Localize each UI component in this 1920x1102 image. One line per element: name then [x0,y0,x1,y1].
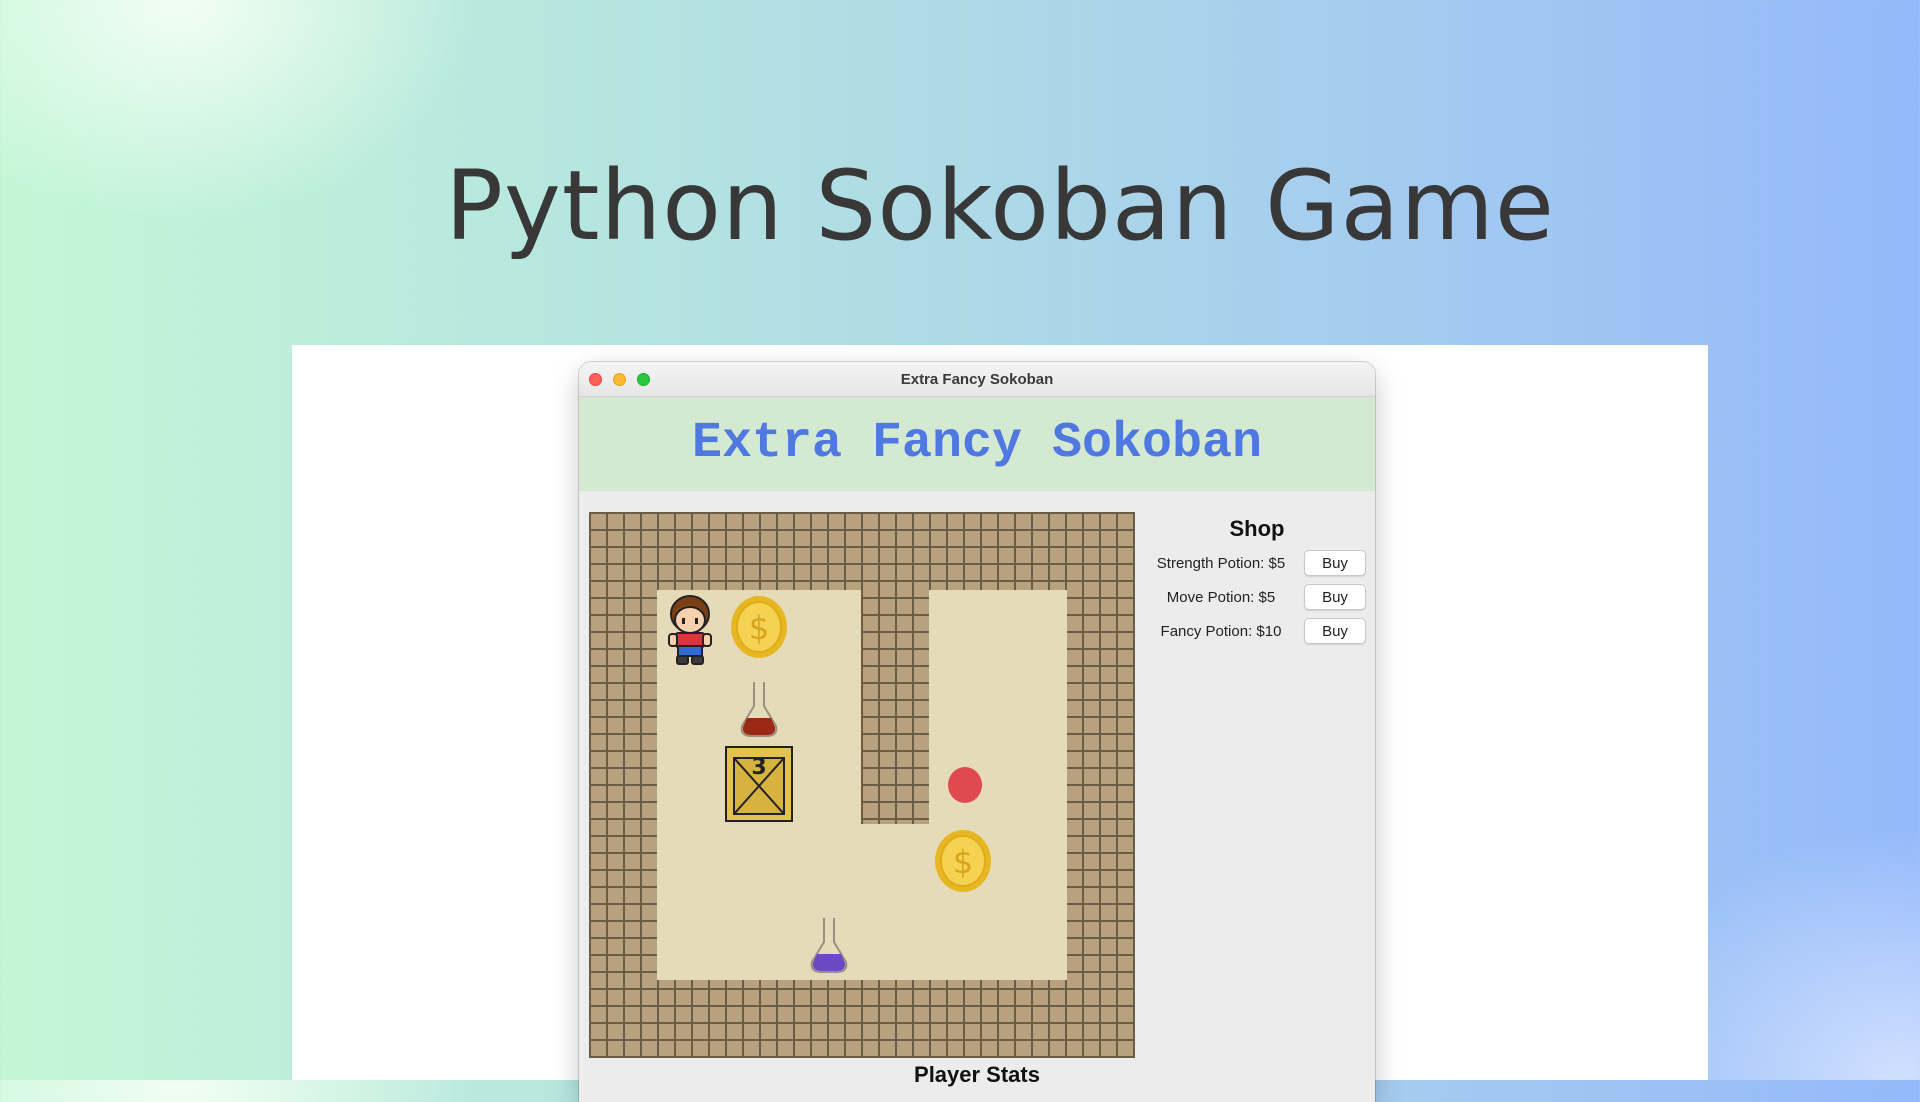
shop-item-strength-potion: Strength Potion: $5 Buy [1139,550,1375,578]
shop-item-label: Strength Potion: $5 [1156,555,1286,572]
shop-panel: Shop Strength Potion: $5 Buy Move Potion… [1139,512,1375,1052]
app-window: Extra Fancy Sokoban Extra Fancy Sokoban [579,362,1375,1102]
shop-title: Shop [1229,516,1285,541]
red-potion-icon [740,682,778,737]
svg-text:$: $ [953,843,973,881]
title-bar: Extra Fancy Sokoban [579,362,1375,397]
svg-text:$: $ [749,609,769,647]
gold-coin-icon: $ [731,596,787,658]
numbered-crate[interactable]: 3 [725,746,793,822]
shop-item-label: Move Potion: $5 [1166,589,1276,606]
goal-marker [948,767,982,803]
screenshot-card: Extra Fancy Sokoban Extra Fancy Sokoban [292,345,1708,1102]
buy-move-potion-button[interactable]: Buy [1304,584,1366,610]
page-title: Python Sokoban Game [445,150,1555,262]
crate-number: 3 [751,755,766,780]
shop-item-move-potion: Move Potion: $5 Buy [1139,584,1375,612]
player-character [668,595,712,665]
banner-title: Extra Fancy Sokoban [691,415,1263,472]
player-stats-heading: Player Stats [914,1062,1040,1087]
shop-item-fancy-potion: Fancy Potion: $10 Buy [1139,618,1375,646]
buy-strength-potion-button[interactable]: Buy [1304,550,1366,576]
window-title: Extra Fancy Sokoban [900,371,1054,388]
purple-potion-icon [810,918,848,973]
buy-fancy-potion-button[interactable]: Buy [1304,618,1366,644]
gold-coin-icon: $ [935,830,991,892]
shop-item-label: Fancy Potion: $10 [1160,623,1282,640]
floor-area-bottom [849,824,941,980]
game-board[interactable]: $ 3 $ [589,512,1135,1058]
game-banner: Extra Fancy Sokoban [579,397,1375,491]
